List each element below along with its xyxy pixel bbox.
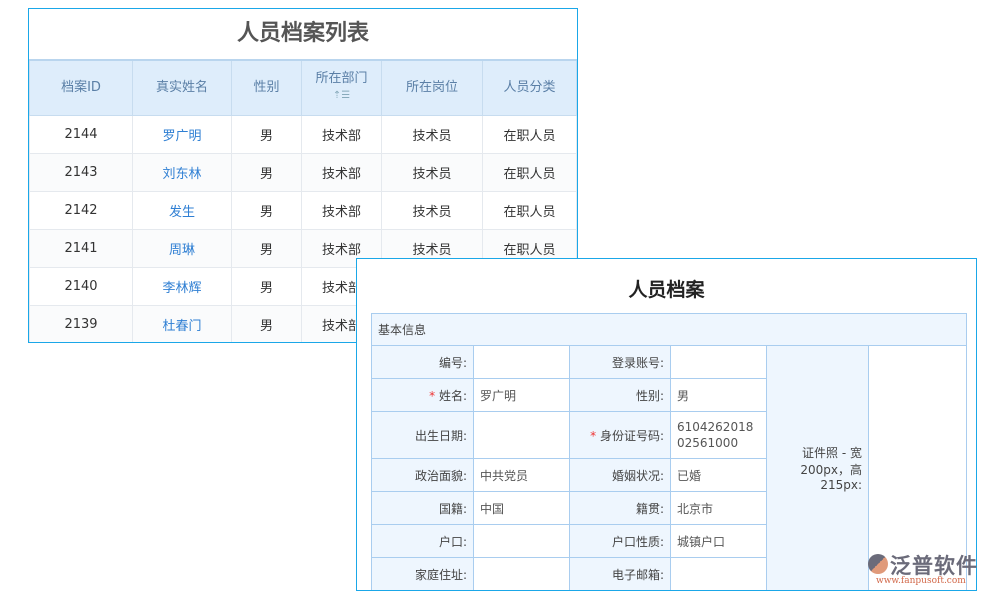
name-link[interactable]: 罗广明 [132,114,232,154]
login-label: 登录账号: [569,345,671,379]
table-cell: 2144 [29,114,133,154]
email-label: 电子邮箱: [569,557,671,590]
hukou-type-field[interactable]: 城镇户口 [670,524,767,558]
nationality-label: 国籍: [371,491,474,525]
required-mark: * [429,388,436,403]
hukou-label: 户口: [371,524,474,558]
table-cell: 技术员 [381,190,483,230]
column-header[interactable]: 性别 [231,59,302,116]
political-label: 政治面貌: [371,458,474,492]
table-cell: 在职人员 [482,190,577,230]
column-header-label: 人员分类 [503,79,556,95]
required-mark: * [590,428,597,443]
idcard-label: * 身份证号码: [569,411,671,459]
marital-label: 婚姻状况: [569,458,671,492]
table-cell: 2143 [29,152,133,192]
native-label: 籍贯: [569,491,671,525]
table-row[interactable]: 2144 罗广明男技术部 技术员 在职人员 [29,114,577,154]
column-header[interactable]: 人员分类 [482,59,577,116]
name-link[interactable]: 李林辉 [132,266,232,306]
name-link[interactable]: 发生 [132,190,232,230]
name-field[interactable]: 罗广明 [473,378,570,412]
gender-field[interactable]: 男 [670,378,767,412]
gender-label: 性别: [569,378,671,412]
column-header[interactable]: 档案ID [29,59,133,116]
birth-label: 出生日期: [371,411,474,459]
logo-mark-icon [868,554,888,574]
name-link[interactable]: 周琳 [132,228,232,268]
hukou-field[interactable] [473,524,570,558]
table-cell: 在职人员 [482,114,577,154]
table-cell: 2139 [29,304,133,342]
native-field[interactable]: 北京市 [670,491,767,525]
form-title: 人员档案 [628,279,705,301]
table-cell: 2141 [29,228,133,268]
table-cell: 男 [231,228,302,268]
idcard-field[interactable]: 610426201802561000 [670,411,767,459]
table-cell: 技术员 [381,114,483,154]
fanpu-logo: 泛普软件 www.fanpusoft.com [868,550,993,590]
sort-icon[interactable]: ⇡☰ [333,90,350,101]
table-cell: 男 [231,266,302,306]
table-cell: 技术部 [301,114,382,154]
email-field[interactable] [670,557,767,590]
table-cell: 男 [231,114,302,154]
section-basic-info: 基本信息 [371,313,967,346]
login-field[interactable] [670,345,767,379]
table-cell: 在职人员 [482,152,577,192]
birth-field[interactable] [473,411,570,459]
name-label-text: 姓名: [438,388,467,403]
idcard-label-text: 身份证号码: [599,428,664,443]
list-title: 人员档案列表 [236,21,369,46]
name-link[interactable]: 杜春门 [132,304,232,342]
table-cell: 2142 [29,190,133,230]
code-label: 编号: [371,345,474,379]
nationality-field[interactable]: 中国 [473,491,570,525]
table-row[interactable]: 2143 刘东林男技术部 技术员 在职人员 [29,152,577,192]
column-header-label: 真实姓名 [155,79,208,95]
name-label: * 姓名: [371,378,474,412]
column-header[interactable]: 真实姓名 [132,59,232,116]
political-field[interactable]: 中共党员 [473,458,570,492]
logo-url: www.fanpusoft.com [876,576,966,586]
table-cell: 技术部 [301,152,382,192]
column-header-label: 所在岗位 [405,79,458,95]
column-header[interactable]: 所在岗位 [381,59,483,116]
column-header-label: 所在部门 [315,71,368,87]
address-field[interactable] [473,557,570,590]
column-header[interactable]: 所在部门 ⇡☰ [301,59,382,116]
table-cell: 技术员 [381,152,483,192]
personnel-form-panel: 人员档案 基本信息 编号: 登录账号: 证件照 - 宽200px，高215px:… [356,258,977,591]
table-cell: 2140 [29,266,133,306]
code-field[interactable] [473,345,570,379]
marital-field[interactable]: 已婚 [670,458,767,492]
column-header-label: 档案ID [61,79,101,95]
table-cell: 男 [231,190,302,230]
photo-label: 证件照 - 宽200px，高215px: [766,345,869,590]
table-cell: 男 [231,304,302,342]
name-link[interactable]: 刘东林 [132,152,232,192]
hukou-type-label: 户口性质: [569,524,671,558]
column-header-label: 性别 [253,79,280,95]
table-row[interactable]: 2142 发生男技术部 技术员 在职人员 [29,190,577,230]
table-cell: 男 [231,152,302,192]
table-cell: 技术部 [301,190,382,230]
address-label: 家庭住址: [371,557,474,590]
